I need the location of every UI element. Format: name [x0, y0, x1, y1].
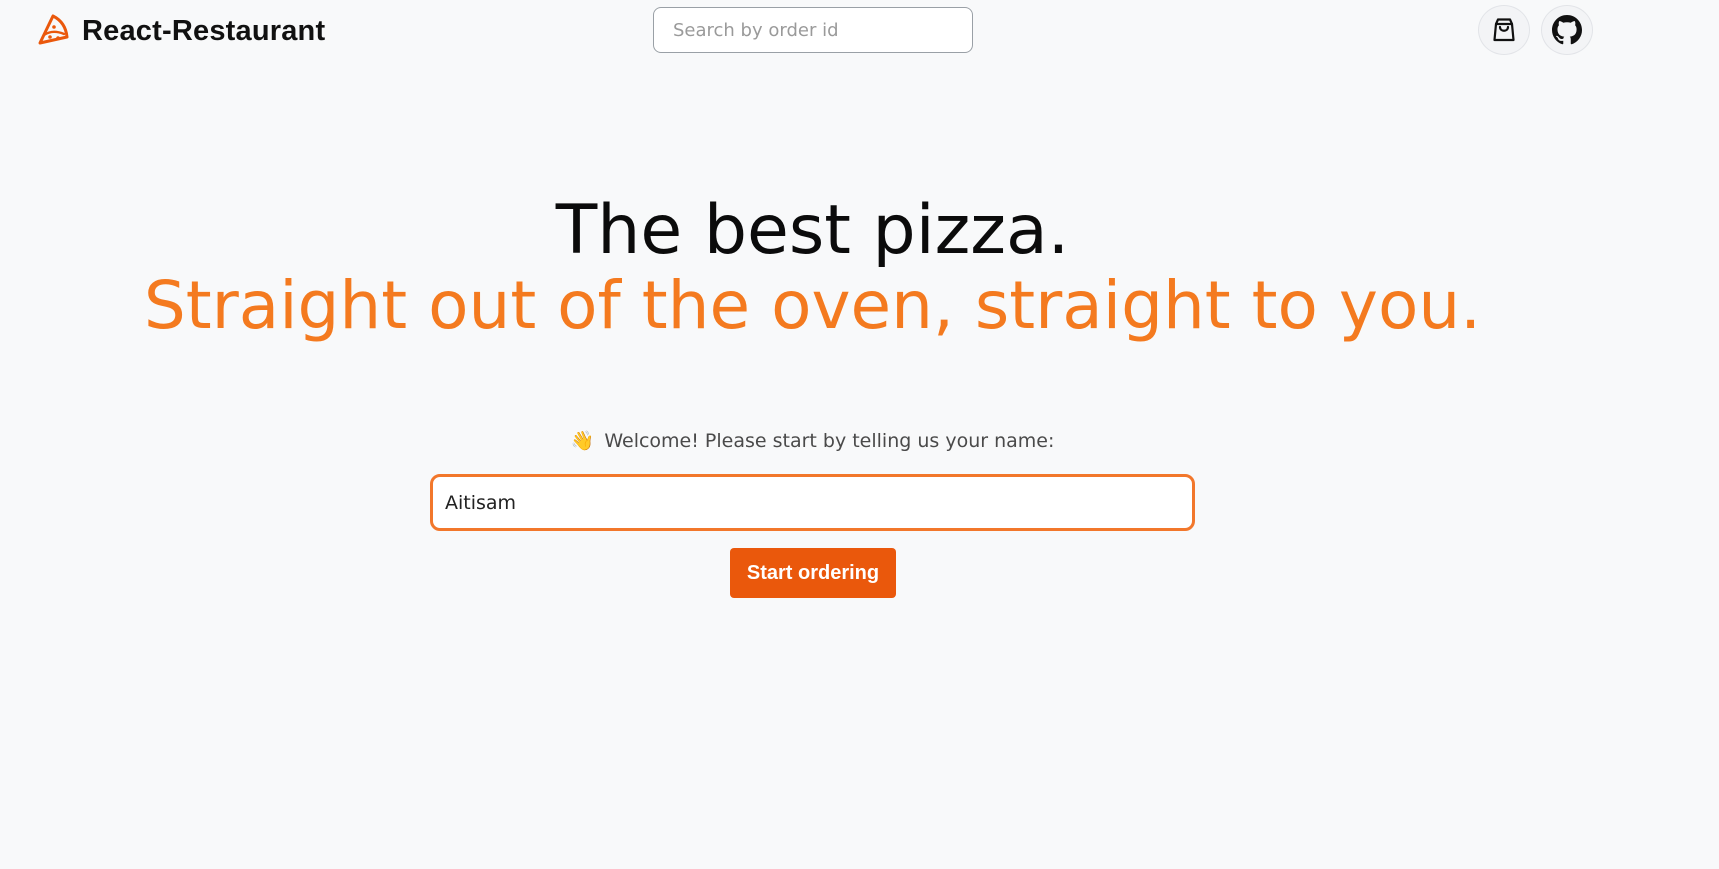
order-search-input[interactable]: [653, 7, 973, 53]
welcome-text: Welcome! Please start by telling us your…: [604, 430, 1055, 452]
hero: The best pizza. Straight out of the oven…: [0, 193, 1625, 345]
github-button[interactable]: [1541, 5, 1593, 55]
hero-subtitle: Straight out of the oven, straight to yo…: [143, 267, 1482, 344]
hero-title: The best pizza.: [555, 191, 1070, 270]
github-icon: [1552, 15, 1582, 45]
welcome-message: 👋 Welcome! Please start by telling us yo…: [0, 429, 1625, 452]
start-ordering-button[interactable]: Start ordering: [730, 548, 896, 598]
page: React-Restaurant The best pizza. Straigh…: [0, 0, 1719, 869]
brand-name: React-Restaurant: [82, 14, 326, 47]
shopping-bag-icon: [1493, 18, 1515, 42]
brand-link[interactable]: React-Restaurant: [34, 12, 325, 50]
cart-button[interactable]: [1478, 5, 1530, 55]
pizza-slice-icon: [38, 14, 69, 45]
waving-hand-icon: 👋: [570, 430, 595, 452]
customer-name-input[interactable]: [430, 474, 1195, 531]
